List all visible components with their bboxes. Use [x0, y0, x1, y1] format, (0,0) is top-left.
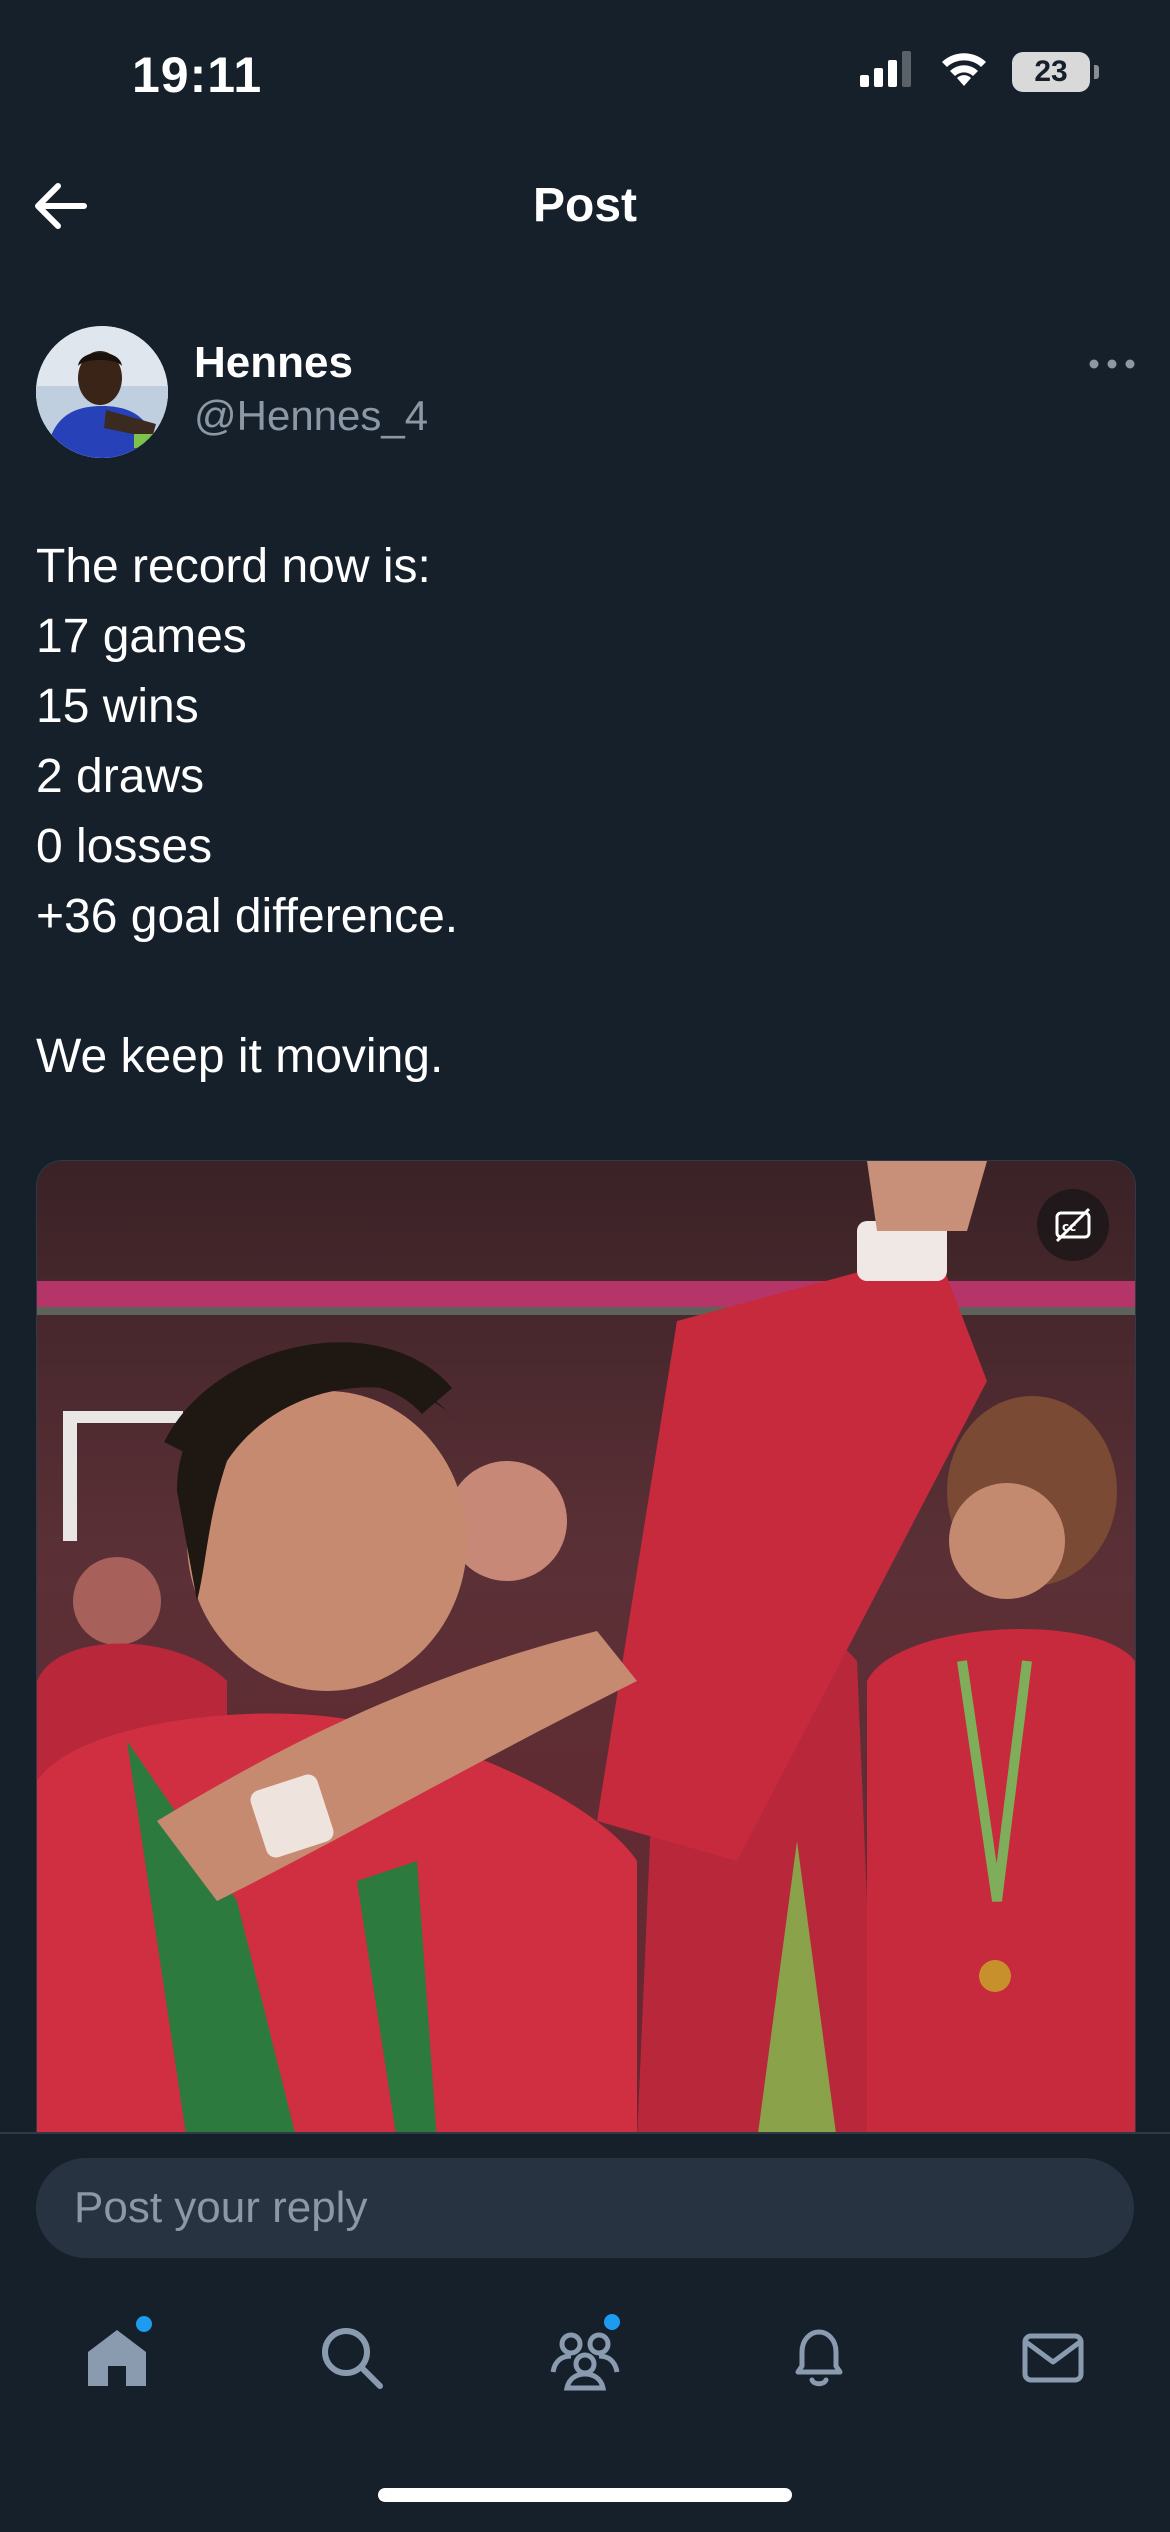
- closed-captions-off-icon: cc: [1055, 1207, 1091, 1243]
- post-text-line: 15 wins: [36, 680, 199, 733]
- author-name[interactable]: Hennes: [194, 338, 353, 388]
- nav-messages[interactable]: [1008, 2312, 1098, 2402]
- wifi-icon: [938, 50, 990, 93]
- post-header: Post: [0, 160, 1170, 250]
- status-icons: 23: [860, 50, 1099, 93]
- post-text-line: The record now is:: [36, 540, 431, 593]
- post-text-line: We keep it moving.: [36, 1030, 444, 1083]
- status-time: 19:11: [132, 47, 263, 103]
- nav-communities[interactable]: [540, 2312, 630, 2402]
- post-text-line: [36, 952, 1136, 1022]
- author-handle[interactable]: @Hennes_4: [194, 392, 428, 440]
- video-frame: [37, 1161, 1135, 2141]
- post-text-line: 2 draws: [36, 750, 205, 803]
- post-text-line: 17 games: [36, 610, 247, 663]
- search-icon: [322, 2328, 383, 2389]
- more-options-button[interactable]: [1088, 354, 1136, 374]
- more-horizontal-icon: [1089, 359, 1135, 369]
- battery-level: 23: [1034, 54, 1068, 88]
- avatar[interactable]: [36, 326, 168, 458]
- nav-notifications[interactable]: [774, 2312, 864, 2402]
- post-text-line: 0 losses: [36, 820, 213, 873]
- communities-icon: [550, 2332, 620, 2391]
- post-text-line: +36 goal difference.: [36, 890, 459, 943]
- home-icon: [88, 2330, 146, 2386]
- reply-bar: [0, 2132, 1170, 2274]
- home-indicator: [378, 2488, 792, 2502]
- nav-home[interactable]: [72, 2312, 162, 2402]
- messages-envelope-icon: [1022, 2333, 1084, 2383]
- reply-input[interactable]: [36, 2158, 1134, 2258]
- nav-search[interactable]: [306, 2312, 396, 2402]
- cellular-signal-icon: [860, 51, 916, 92]
- post-video[interactable]: cc: [36, 1160, 1136, 2141]
- post-author: Hennes @Hennes_4: [36, 326, 1136, 466]
- captions-toggle-button[interactable]: cc: [1037, 1189, 1109, 1261]
- notification-dot: [136, 2316, 152, 2332]
- status-bar: 19:11 23: [0, 0, 1170, 150]
- notifications-bell-icon: [795, 2329, 843, 2387]
- page-title: Post: [532, 179, 637, 232]
- notification-dot: [604, 2314, 620, 2330]
- post-text: The record now is: 17 games 15 wins 2 dr…: [36, 532, 1136, 1092]
- battery-icon: 23: [1012, 51, 1099, 92]
